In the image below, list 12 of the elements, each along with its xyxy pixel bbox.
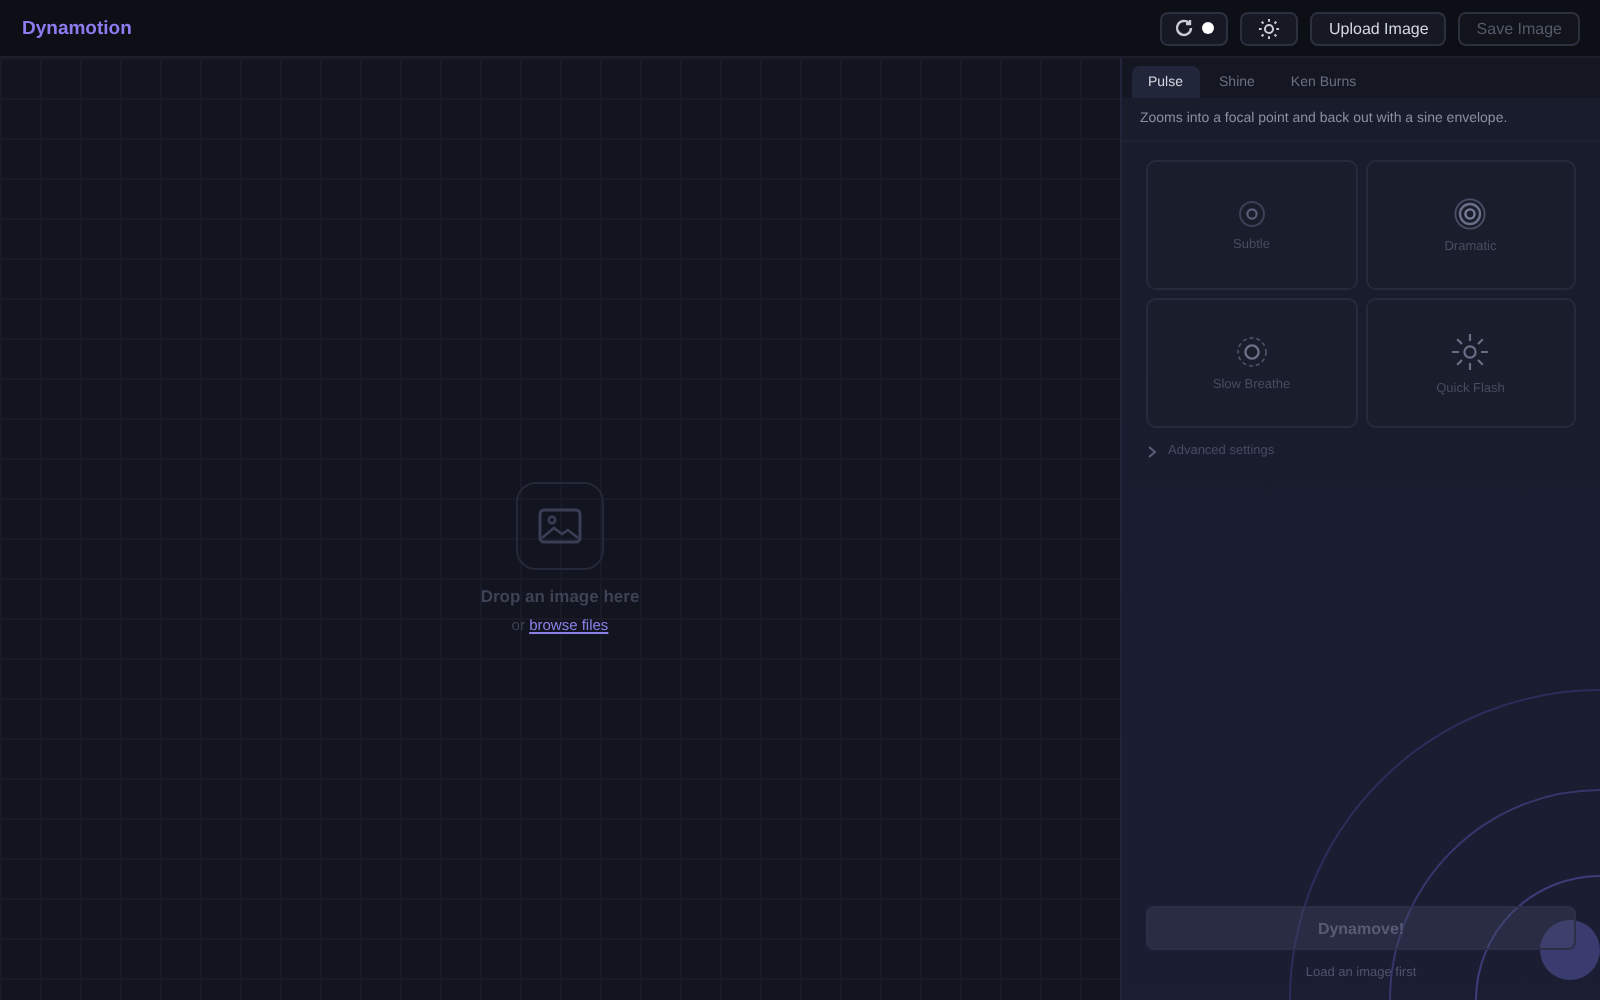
loop-toggle[interactable] (1160, 11, 1229, 45)
refresh-icon (1174, 18, 1195, 38)
image-icon (515, 481, 604, 569)
dashed-ring-icon (1235, 335, 1268, 367)
app-logo: Dynamotion (22, 17, 132, 39)
sun-icon (1258, 17, 1281, 39)
header-button[interactable]: Upload Image (1310, 11, 1447, 45)
sun-icon (1450, 331, 1491, 371)
target-icon (1454, 197, 1487, 229)
chevron-icon (1146, 445, 1158, 457)
small-ring-icon (1237, 199, 1266, 227)
theme-button[interactable] (1240, 11, 1299, 45)
